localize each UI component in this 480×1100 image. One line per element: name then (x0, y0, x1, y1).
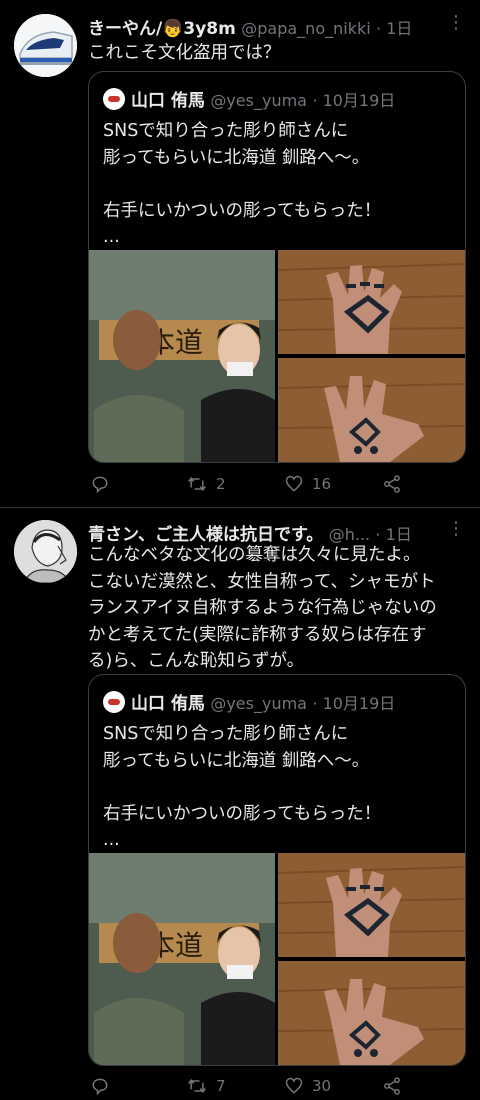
reply-icon (92, 476, 108, 494)
avatar[interactable] (14, 14, 77, 77)
photo-hand-palm[interactable] (278, 853, 465, 957)
share-button[interactable] (382, 471, 402, 497)
tweet-header: きーやん/👦3y8m @papa_no_nikki · 1日 (88, 14, 466, 38)
quote-author-name: 山口 侑馬 (131, 694, 205, 714)
quote-author-name: 山口 侑馬 (131, 91, 205, 111)
tweet-actions: 7 30 (88, 1073, 448, 1099)
quote-handle: @yes_yuma (210, 694, 307, 713)
media-grid[interactable]: 本道 (89, 250, 465, 462)
quote-header: 山口 侑馬 @yes_yuma · 10月19日 (103, 689, 455, 714)
quote-tweet[interactable]: 山口 侑馬 @yes_yuma · 10月19日 SNSで知り合った彫り師さんに… (88, 674, 466, 1066)
tweet-text: こんなベタな文化の簒奪は久々に見たよ。 こないだ漠然と、女性自称って、シャモがト… (88, 545, 437, 671)
quote-handle: @yes_yuma (210, 91, 307, 110)
share-icon (384, 475, 400, 493)
tweet[interactable]: 青さン、ご主人様は抗日です。 @h... · 1日 ⋮ こんなベタな文化の簒奪は… (0, 508, 480, 1100)
heart-icon (285, 475, 303, 492)
photo-two-people[interactable]: 本道 (89, 853, 275, 1065)
more-icon[interactable]: ⋮ (446, 14, 466, 36)
quote-time: · 10月19日 (312, 91, 396, 110)
retweet-icon (188, 1078, 206, 1094)
tweet[interactable]: きーやん/👦3y8m @papa_no_nikki · 1日 ⋮ これこそ文化盗… (0, 0, 480, 506)
share-button[interactable] (382, 1073, 402, 1099)
reply-icon (92, 1078, 108, 1096)
heart-icon (285, 1077, 303, 1094)
author-handle[interactable]: @papa_no_nikki (241, 19, 370, 38)
like-button[interactable]: 16 (284, 471, 331, 497)
tweet-text: これこそ文化盗用では？ (88, 43, 281, 63)
quote-header: 山口 侑馬 @yes_yuma · 10月19日 (103, 86, 455, 111)
tweet-time[interactable]: · 1日 (376, 19, 412, 38)
retweet-count: 2 (216, 475, 226, 493)
share-icon (384, 1077, 400, 1095)
media-grid[interactable]: 本道 (89, 853, 465, 1065)
train-avatar-icon (14, 14, 77, 77)
photo-hand-back[interactable] (278, 358, 465, 462)
man-sketch-avatar-icon (14, 520, 77, 583)
like-count: 16 (312, 475, 332, 493)
quote-avatar (103, 88, 125, 110)
retweet-button[interactable]: 7 (186, 1073, 226, 1099)
retweet-count: 7 (216, 1077, 226, 1095)
quote-time: · 10月19日 (312, 694, 396, 713)
quote-tweet[interactable]: 山口 侑馬 @yes_yuma · 10月19日 SNSで知り合った彫り師さんに… (88, 71, 466, 463)
retweet-button[interactable]: 2 (186, 471, 226, 497)
quote-avatar (103, 691, 125, 713)
photo-hand-palm[interactable] (278, 250, 465, 354)
tweet-header: 青さン、ご主人様は抗日です。 @h... · 1日 (88, 520, 466, 544)
quote-text: SNSで知り合った彫り師さんに 彫ってもらいに北海道 釧路へ〜。 右手にいかつい… (103, 724, 382, 850)
quote-text: SNSで知り合った彫り師さんに 彫ってもらいに北海道 釧路へ〜。 右手にいかつい… (103, 121, 382, 247)
photo-hand-back[interactable] (278, 961, 465, 1065)
tweet-actions: 2 16 (88, 471, 448, 497)
avatar[interactable] (14, 520, 77, 583)
photo-two-people[interactable]: 本道 (89, 250, 275, 462)
retweet-icon (188, 476, 206, 492)
like-button[interactable]: 30 (284, 1073, 331, 1099)
more-icon[interactable]: ⋮ (446, 520, 466, 542)
reply-button[interactable] (90, 1073, 118, 1099)
like-count: 30 (312, 1077, 332, 1095)
author-name[interactable]: きーやん/👦3y8m (88, 19, 236, 38)
reply-button[interactable] (90, 471, 118, 497)
